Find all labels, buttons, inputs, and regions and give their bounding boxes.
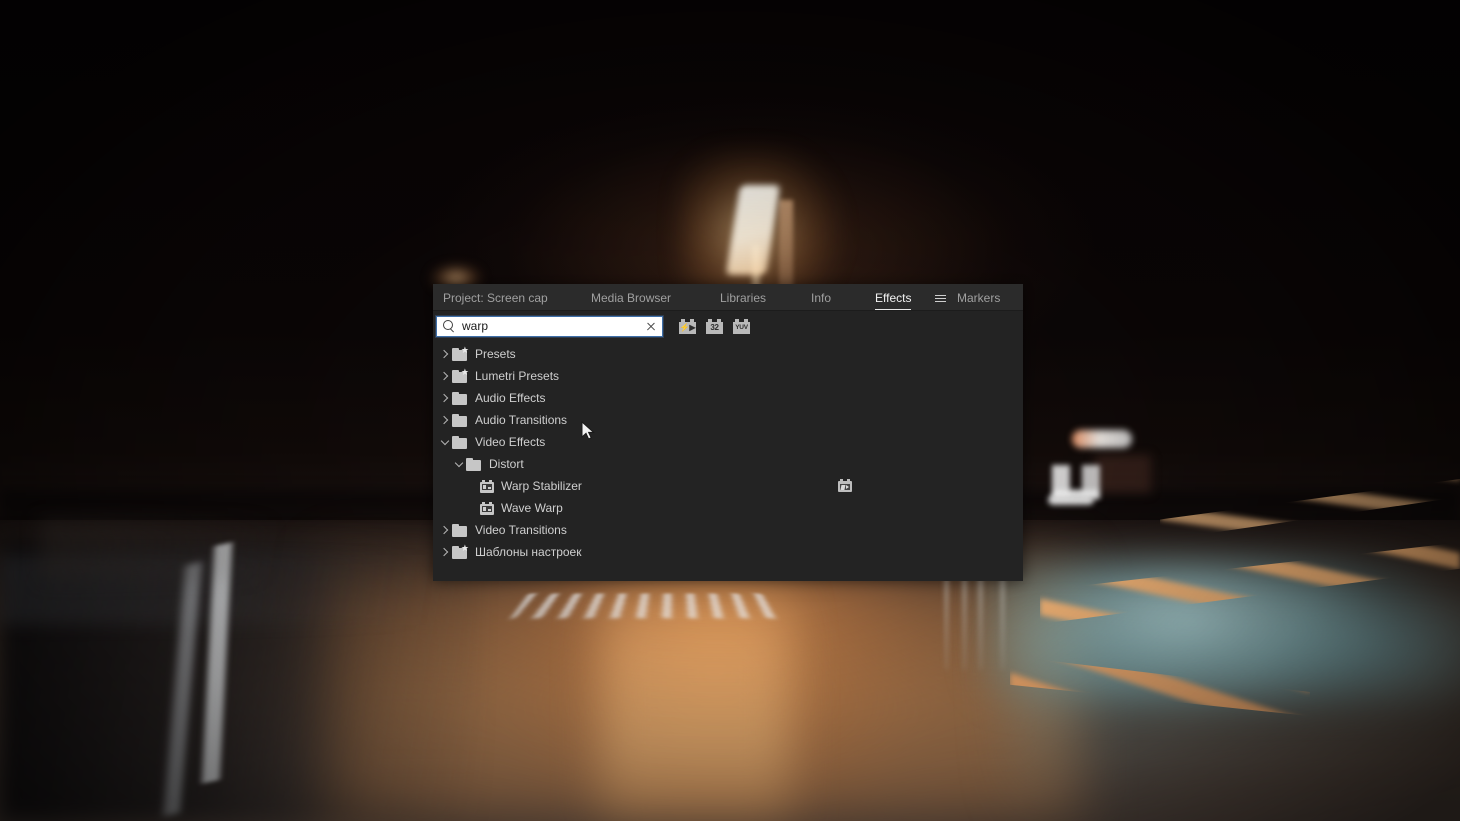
tree-row-label: Warp Stabilizer: [501, 479, 582, 493]
tree-row-label: Lumetri Presets: [475, 369, 560, 383]
yuv-color-filter[interactable]: YUV: [733, 318, 750, 334]
chevron-down-icon[interactable]: [438, 431, 452, 453]
tab-info[interactable]: Info: [811, 285, 831, 311]
folder-icon: [452, 413, 468, 427]
screen: Project: Screen cap Media Browser Librarie…: [0, 0, 1460, 821]
tab-label: Libraries: [720, 291, 767, 305]
chevron-right-icon[interactable]: [438, 519, 452, 541]
tab-label: Info: [811, 291, 832, 305]
tree-row[interactable]: ★ Lumetri Presets: [433, 365, 1023, 387]
search-box[interactable]: [436, 315, 663, 337]
active-tab-underline: [875, 309, 912, 311]
folder-icon: [466, 457, 482, 471]
tree-row[interactable]: ★ Шаблоны настроек: [433, 541, 1023, 563]
tab-label: Markers: [957, 291, 1001, 305]
tree-row[interactable]: ★ Presets: [433, 343, 1023, 365]
tree-row-label: Presets: [475, 347, 516, 361]
tab-label: Media Browser: [591, 291, 672, 305]
tree-row-label: Wave Warp: [501, 501, 563, 515]
tab-markers[interactable]: Markers: [957, 285, 1000, 311]
tree-row-label: Audio Effects: [475, 391, 546, 405]
effect-icon: [480, 501, 494, 515]
search-input[interactable]: [457, 318, 640, 334]
tree-row-label: Audio Transitions: [475, 413, 568, 427]
tree-row-label: Шаблоны настроек: [475, 545, 582, 559]
folder-icon: [452, 391, 468, 405]
accelerated-effects-filter[interactable]: ⚡▶: [679, 318, 696, 334]
chevron-right-icon[interactable]: [438, 409, 452, 431]
panel-tab-bar: Project: Screen cap Media Browser Librarie…: [433, 284, 1023, 311]
tab-project-screen-cap[interactable]: Project: Screen cap: [443, 285, 548, 311]
tab-effects[interactable]: Effects: [875, 285, 912, 311]
folder-icon: [452, 435, 468, 449]
filter-glyph: YUV: [735, 323, 748, 331]
tree-row-label: Video Effects: [475, 435, 546, 449]
tree-row[interactable]: Audio Effects: [433, 387, 1023, 409]
filter-glyph: 32: [710, 322, 719, 332]
tab-label: Project: Screen cap: [443, 291, 548, 305]
tab-libraries[interactable]: Libraries: [720, 285, 766, 311]
accelerated-effect-badge: [838, 479, 852, 492]
effects-search-row: ⚡▶ 32 YUV: [433, 311, 1023, 341]
tree-row[interactable]: Distort: [433, 453, 1023, 475]
tab-media-browser[interactable]: Media Browser: [591, 285, 671, 311]
tree-row-label: Distort: [489, 457, 524, 471]
effects-panel: Project: Screen cap Media Browser Librarie…: [433, 284, 1023, 581]
folder-preset-icon: ★: [452, 345, 469, 361]
tree-row[interactable]: Audio Transitions: [433, 409, 1023, 431]
filter-glyph: ⚡▶: [679, 322, 696, 332]
clear-x-icon[interactable]: [643, 318, 659, 334]
hamburger-menu-icon[interactable]: [935, 293, 946, 304]
tree-row[interactable]: Video Transitions: [433, 519, 1023, 541]
chevron-down-icon[interactable]: [452, 453, 466, 475]
folder-preset-icon: ★: [452, 367, 469, 383]
chevron-right-icon[interactable]: [438, 343, 452, 365]
effect-icon: [480, 479, 494, 493]
chevron-right-icon[interactable]: [438, 541, 452, 563]
tab-label: Effects: [875, 291, 912, 305]
effects-tree[interactable]: ★ Presets ★ Lumetri Presets Audio Effects Aud…: [433, 341, 1023, 581]
tree-row-label: Video Transitions: [475, 523, 567, 537]
search-icon: [441, 318, 457, 334]
tree-row[interactable]: Wave Warp: [433, 497, 1023, 519]
chevron-right-icon[interactable]: [438, 387, 452, 409]
effect-filter-buttons: ⚡▶ 32 YUV: [679, 318, 750, 334]
tree-row[interactable]: Video Effects: [433, 431, 1023, 453]
folder-icon: [452, 523, 468, 537]
tree-row[interactable]: Warp Stabilizer: [433, 475, 1023, 497]
chevron-right-icon[interactable]: [438, 365, 452, 387]
folder-preset-icon: ★: [452, 543, 469, 559]
32-bit-color-filter[interactable]: 32: [706, 318, 723, 334]
